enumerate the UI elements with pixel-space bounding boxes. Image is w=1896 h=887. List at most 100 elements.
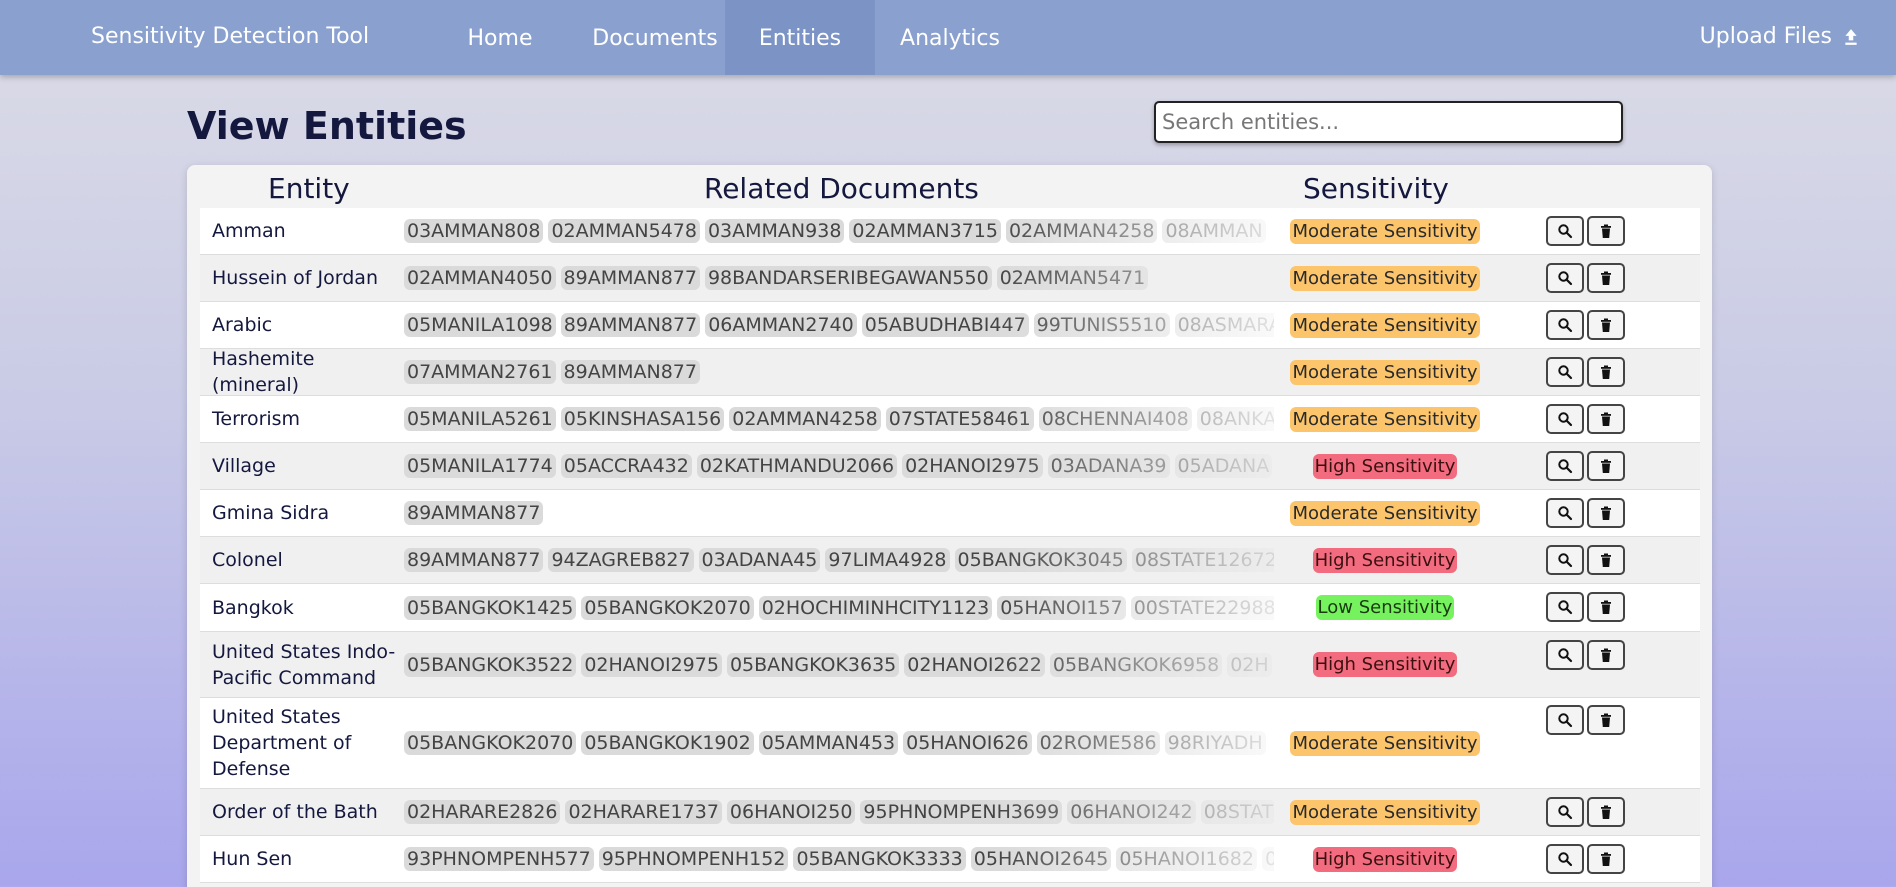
delete-entity-button[interactable] xyxy=(1587,640,1625,670)
document-chip[interactable]: 08CHENNAI408 xyxy=(1038,407,1192,431)
document-chip[interactable]: 02HANOI2975 xyxy=(902,454,1043,478)
trash-icon xyxy=(1601,600,1611,614)
delete-entity-button[interactable] xyxy=(1587,797,1625,827)
document-chip[interactable]: 02HARARE1737 xyxy=(565,800,722,824)
view-entity-button[interactable] xyxy=(1546,310,1584,340)
document-chip[interactable]: 06HANOI242 xyxy=(1067,800,1196,824)
delete-entity-button[interactable] xyxy=(1587,357,1625,387)
document-chip[interactable]: 02AMMAN4258 xyxy=(1005,219,1158,243)
document-chip[interactable]: 05BANGKOK1425 xyxy=(404,595,577,620)
view-entity-button[interactable] xyxy=(1546,592,1584,622)
document-chip[interactable]: 89AMMAN877 xyxy=(560,313,701,337)
view-entity-button[interactable] xyxy=(1546,640,1584,670)
header-sensitivity: Sensitivity xyxy=(1303,172,1449,205)
delete-entity-button[interactable] xyxy=(1587,404,1625,434)
view-entity-button[interactable] xyxy=(1546,263,1584,293)
document-chip[interactable]: 05BANGKOK3045 xyxy=(954,548,1127,572)
document-chip[interactable]: 89AMMAN877 xyxy=(560,360,700,384)
sensitivity-badge: Moderate Sensitivity xyxy=(1290,265,1480,291)
document-chip[interactable]: 05BANGKOK1902 xyxy=(581,731,754,755)
view-entity-button[interactable] xyxy=(1546,216,1584,246)
document-chip[interactable]: 05ACCRA432 xyxy=(560,454,692,478)
entity-name: Order of the Bath xyxy=(212,801,378,823)
document-chip[interactable]: 02AMMAN5478 xyxy=(548,219,700,243)
document-chip[interactable]: 05BANGKOK2070 xyxy=(404,731,577,755)
view-entity-button[interactable] xyxy=(1546,498,1584,528)
document-chip[interactable]: 94ZAGREB827 xyxy=(548,548,694,572)
document-chip[interactable]: 89AMMAN877 xyxy=(404,548,544,572)
row-actions xyxy=(1546,844,1625,874)
entity-name: Arabic xyxy=(212,314,273,336)
delete-entity-button[interactable] xyxy=(1587,705,1625,735)
view-entity-button[interactable] xyxy=(1546,404,1584,434)
view-entity-button[interactable] xyxy=(1546,357,1584,387)
document-chip[interactable]: 03ADANA39 xyxy=(1047,454,1170,478)
nav-documents[interactable]: Documents xyxy=(584,0,726,75)
view-entity-button[interactable] xyxy=(1546,545,1584,575)
nav-analytics[interactable]: Analytics xyxy=(893,0,1007,75)
document-chip[interactable]: 05HANOI2645 xyxy=(970,847,1112,871)
delete-entity-button[interactable] xyxy=(1587,451,1625,481)
document-chip[interactable]: 05KINSHASA156 xyxy=(560,407,725,431)
document-chip[interactable]: 05HANOI626 xyxy=(903,731,1032,755)
delete-entity-button[interactable] xyxy=(1587,498,1625,528)
document-chip[interactable]: 95PHNOMPENH152 xyxy=(598,847,789,871)
delete-entity-button[interactable] xyxy=(1587,592,1625,622)
document-chip[interactable]: 05BANGKOK3522 xyxy=(404,652,577,677)
document-chip[interactable]: 05AMMAN453 xyxy=(758,731,899,755)
delete-entity-button[interactable] xyxy=(1587,263,1625,293)
view-entity-button[interactable] xyxy=(1546,705,1584,735)
document-chip[interactable]: 95PHNOMPENH3699 xyxy=(860,800,1063,824)
document-chip[interactable]: 05HANOI1682 xyxy=(1116,847,1257,871)
brand-title[interactable]: Sensitivity Detection Tool xyxy=(91,24,369,49)
document-chip[interactable]: 02ROME586 xyxy=(1036,731,1160,755)
document-chip[interactable]: 05BANGKOK3333 xyxy=(793,847,966,871)
document-chip[interactable]: 89AMMAN877 xyxy=(560,266,700,290)
document-chip[interactable]: 03AMMAN808 xyxy=(404,219,544,243)
document-chip[interactable]: 02KATHMANDU2066 xyxy=(696,454,898,478)
document-chip[interactable]: 07STATE58461 xyxy=(885,407,1034,431)
related-documents: 05MANILA1774 05ACCRA432 02KATHMANDU2066 02H… xyxy=(404,443,1274,489)
delete-entity-button[interactable] xyxy=(1587,844,1625,874)
delete-entity-button[interactable] xyxy=(1587,310,1625,340)
document-chip[interactable]: 03AMMAN938 xyxy=(704,219,845,243)
document-chip[interactable]: 02AMMAN3715 xyxy=(849,219,1001,243)
document-chip[interactable]: 05MANILA1098 xyxy=(404,313,556,337)
document-chip[interactable]: 02HOCHIMINHCITY1123 xyxy=(758,595,993,620)
magnifier-icon xyxy=(1558,553,1573,568)
row-actions xyxy=(1546,592,1625,622)
nav-home[interactable]: Home xyxy=(452,0,548,75)
search-input[interactable] xyxy=(1154,101,1623,143)
view-entity-button[interactable] xyxy=(1546,451,1584,481)
document-chip[interactable]: 05MANILA5261 xyxy=(404,407,556,431)
entity-name: Gmina Sidra xyxy=(212,502,330,524)
delete-entity-button[interactable] xyxy=(1587,545,1625,575)
document-chip[interactable]: 05ABUDHABI447 xyxy=(861,313,1029,337)
document-chip[interactable]: 89AMMAN877 xyxy=(404,501,544,525)
view-entity-button[interactable] xyxy=(1546,844,1584,874)
document-chip[interactable]: 05BANGKOK3635 xyxy=(726,652,900,677)
document-chip[interactable]: 03ADANA45 xyxy=(698,548,821,572)
document-chip[interactable]: 99TUNIS5510 xyxy=(1033,313,1170,337)
document-chip[interactable]: 06HANOI250 xyxy=(726,800,856,824)
document-chip[interactable]: 02HANOI2622 xyxy=(904,652,1045,677)
document-chip[interactable]: 05MANILA1774 xyxy=(404,454,556,478)
document-chip[interactable]: 02AMMAN5471 xyxy=(996,266,1149,290)
document-chip[interactable]: 07AMMAN2761 xyxy=(404,360,556,384)
document-chip[interactable]: 98BANDARSERIBEGAWAN550 xyxy=(704,266,992,290)
document-chip[interactable]: 05BANGKOK6958 xyxy=(1049,652,1223,677)
document-chip[interactable]: 02HARARE2826 xyxy=(404,800,561,824)
document-chip[interactable]: 02AMMAN4258 xyxy=(729,407,881,431)
document-chip[interactable]: 02AMMAN4050 xyxy=(404,266,556,290)
document-chip[interactable]: 93PHNOMPENH577 xyxy=(404,847,594,871)
document-chip[interactable]: 02HANOI2975 xyxy=(581,652,722,677)
sensitivity-cell: High Sensitivity xyxy=(1240,537,1530,583)
document-chip[interactable]: 97LIMA4928 xyxy=(825,548,950,572)
nav-entities[interactable]: Entities xyxy=(725,0,875,75)
delete-entity-button[interactable] xyxy=(1587,216,1625,246)
view-entity-button[interactable] xyxy=(1546,797,1584,827)
document-chip[interactable]: 05HANOI157 xyxy=(997,595,1126,620)
upload-files-button[interactable]: Upload Files xyxy=(1700,24,1860,49)
document-chip[interactable]: 05BANGKOK2070 xyxy=(581,595,754,620)
document-chip[interactable]: 06AMMAN2740 xyxy=(705,313,857,337)
